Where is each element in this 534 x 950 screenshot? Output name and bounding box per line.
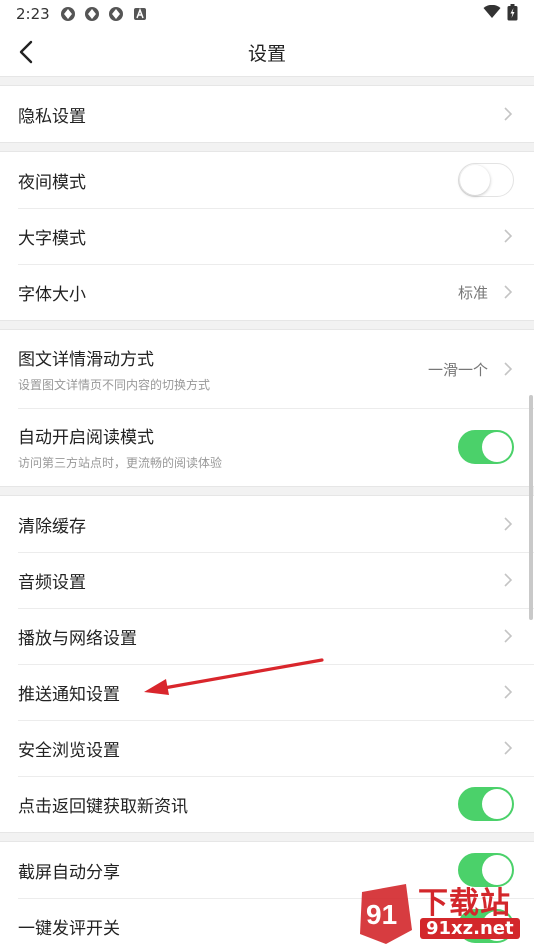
font-size-value: 标准: [457, 283, 488, 302]
app-icon: [84, 6, 100, 22]
section-divider: [0, 320, 534, 330]
battery-icon: [507, 3, 518, 25]
app-icon: [108, 6, 124, 22]
page-title: 设置: [247, 42, 286, 65]
privacy-settings-row[interactable]: 隐私设置: [0, 86, 534, 142]
chevron-right-icon: [502, 516, 514, 532]
font-size-row[interactable]: 字体大小 标准: [0, 264, 534, 320]
auto-reading-mode-row: 自动开启阅读模式 访问第三方站点时，更流畅的阅读体验: [0, 408, 534, 486]
section-divider: [0, 486, 534, 496]
watermark-logo-icon: 91: [360, 884, 412, 944]
back-arrow-icon[interactable]: [12, 38, 40, 66]
chevron-right-icon: [502, 684, 514, 700]
row-label: 音频设置: [18, 572, 86, 593]
watermark: 91 下载站 91xz.net: [356, 878, 532, 950]
night-mode-toggle[interactable]: [458, 163, 514, 197]
row-label: 播放与网络设置: [18, 628, 137, 649]
settings-group: 隐私设置: [0, 86, 534, 142]
large-text-mode-row[interactable]: 大字模式: [0, 208, 534, 264]
back-key-refresh-row: 点击返回键获取新资讯: [0, 776, 534, 832]
toggle-knob: [482, 432, 512, 462]
auto-reading-mode-toggle[interactable]: [458, 430, 514, 464]
row-label: 点击返回键获取新资讯: [18, 796, 188, 817]
row-label: 夜间模式: [18, 172, 86, 193]
chevron-right-icon: [502, 572, 514, 588]
settings-group: 图文详情滑动方式 设置图文详情页不同内容的切换方式 一滑一个 自动开启阅读模式 …: [0, 330, 534, 486]
safe-browsing-settings-row[interactable]: 安全浏览设置: [0, 720, 534, 776]
app-icon: [60, 6, 76, 22]
row-label: 隐私设置: [18, 106, 86, 127]
header-bar: 设置: [0, 28, 534, 76]
row-label: 自动开启阅读模式: [18, 428, 154, 448]
row-label: 大字模式: [18, 228, 86, 249]
watermark-text: 下载站: [418, 886, 511, 921]
watermark-url: 91xz.net: [420, 918, 520, 939]
toggle-knob: [482, 789, 512, 819]
chevron-right-icon: [502, 106, 514, 122]
row-subtitle: 设置图文详情页不同内容的切换方式: [18, 378, 211, 392]
row-label: 清除缓存: [18, 516, 86, 537]
chevron-right-icon: [502, 628, 514, 644]
settings-group: 夜间模式 大字模式 字体大小 标准: [0, 152, 534, 320]
chevron-right-icon: [502, 361, 514, 377]
watermark-logo-text: 91: [366, 899, 397, 930]
a-badge-icon: [132, 6, 148, 22]
row-label: 安全浏览设置: [18, 740, 120, 761]
status-time: 2:23: [16, 5, 50, 23]
section-divider: [0, 142, 534, 152]
row-label: 图文详情滑动方式: [18, 350, 154, 370]
swipe-mode-value: 一滑一个: [427, 360, 488, 379]
scrollbar[interactable]: [529, 395, 533, 620]
swipe-mode-row[interactable]: 图文详情滑动方式 设置图文详情页不同内容的切换方式 一滑一个: [0, 330, 534, 408]
clear-cache-row[interactable]: 清除缓存: [0, 496, 534, 552]
audio-settings-row[interactable]: 音频设置: [0, 552, 534, 608]
back-key-refresh-toggle[interactable]: [458, 787, 514, 821]
row-label: 字体大小: [18, 284, 86, 305]
section-divider: [0, 832, 534, 842]
annotation-arrow-icon: [144, 658, 324, 695]
section-divider: [0, 76, 534, 86]
status-bar: 2:23: [0, 0, 534, 28]
chevron-right-icon: [502, 228, 514, 244]
toggle-knob: [460, 165, 490, 195]
row-subtitle: 访问第三方站点时，更流畅的阅读体验: [18, 456, 223, 470]
chevron-right-icon: [502, 284, 514, 300]
night-mode-row: 夜间模式: [0, 152, 534, 208]
chevron-right-icon: [502, 740, 514, 756]
wifi-icon: [483, 4, 501, 23]
